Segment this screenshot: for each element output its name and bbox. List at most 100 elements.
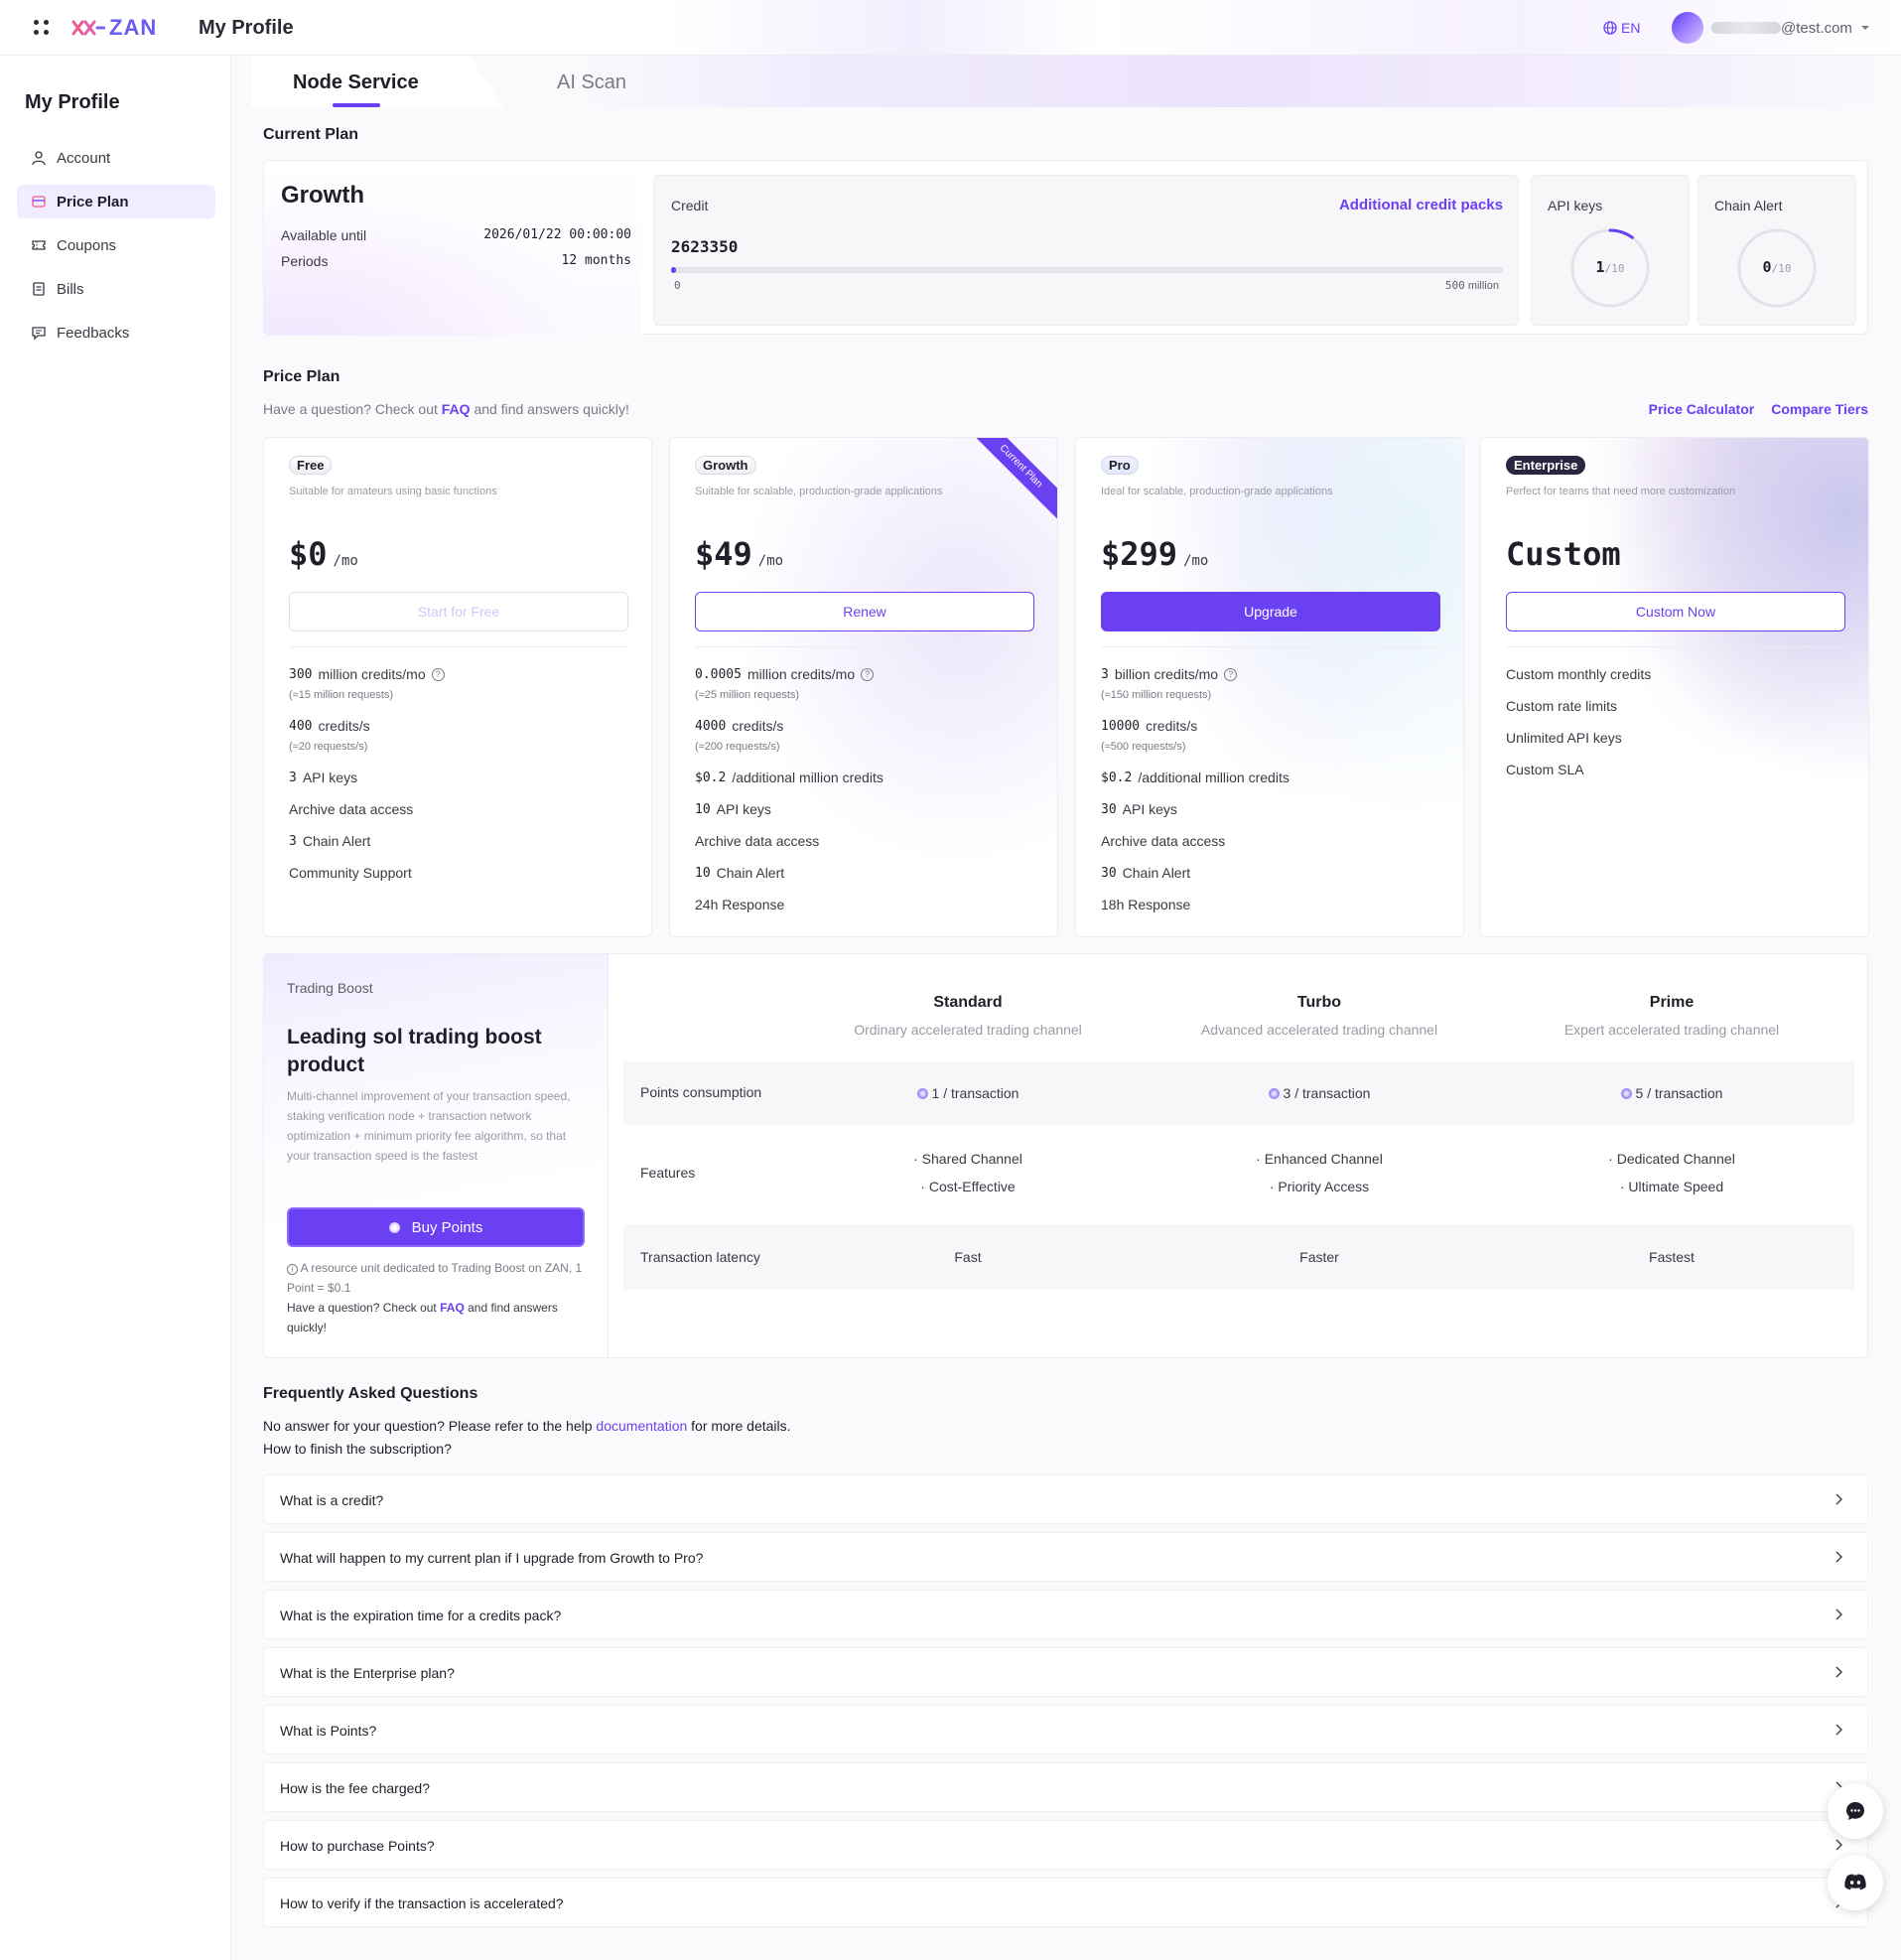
feature-num: 3 bbox=[289, 833, 297, 849]
faq-subscription-question[interactable]: How to finish the subscription? bbox=[263, 1441, 452, 1457]
credit-progress-bar bbox=[671, 267, 1503, 273]
message-icon bbox=[32, 327, 46, 341]
feature-text: Archive data access bbox=[1101, 833, 1226, 849]
language-switch[interactable]: EN bbox=[1603, 20, 1640, 36]
price-calculator-link[interactable]: Price Calculator bbox=[1649, 401, 1755, 417]
feature-text: million credits/mo bbox=[747, 666, 856, 682]
divider bbox=[289, 646, 628, 647]
buy-points-button[interactable]: Buy Points bbox=[287, 1207, 585, 1247]
chat-support-button[interactable] bbox=[1828, 1783, 1883, 1839]
points-faq-pre: Have a question? Check out bbox=[287, 1301, 441, 1315]
zan-logo-icon bbox=[71, 20, 105, 36]
sidebar-item-coupons[interactable]: Coupons bbox=[17, 228, 215, 262]
feature-credits: 0.0005 million credits/mo? bbox=[695, 666, 875, 682]
faq-item[interactable]: How to purchase Points? bbox=[263, 1820, 1868, 1870]
cell-points: 3 / transaction bbox=[1144, 1079, 1495, 1107]
discord-button[interactable] bbox=[1828, 1855, 1883, 1910]
feature-credits: 3 billion credits/mo? bbox=[1101, 666, 1238, 682]
chevron-right-icon bbox=[1835, 1551, 1842, 1563]
tab-ai-scan[interactable]: AI Scan bbox=[557, 71, 626, 94]
info-icon: i bbox=[287, 1264, 298, 1275]
feature-text: API keys bbox=[302, 770, 358, 785]
tier-price-unit: /mo bbox=[757, 553, 784, 569]
help-icon[interactable]: ? bbox=[431, 667, 445, 681]
feature-text: Chain Alert bbox=[716, 865, 785, 881]
feature-text: /additional million credits bbox=[1138, 770, 1290, 785]
tier-desc: Perfect for teams that need more customi… bbox=[1506, 486, 1736, 497]
feature-api-keys: 10 API keys bbox=[695, 801, 771, 817]
periods-value: 12 months bbox=[561, 253, 631, 268]
feature-archive: Archive data access bbox=[1101, 833, 1225, 849]
renew-button[interactable]: Renew bbox=[695, 592, 1034, 631]
cell-feature: · Ultimate Speed bbox=[1619, 1179, 1724, 1194]
points-faq-link[interactable]: FAQ bbox=[440, 1301, 465, 1315]
top-bar: ZAN My Profile EN @test.com bbox=[0, 0, 1901, 56]
feature-num: 30 bbox=[1101, 801, 1117, 817]
documentation-link[interactable]: documentation bbox=[596, 1418, 687, 1434]
additional-credit-packs-link[interactable]: Additional credit packs bbox=[1339, 197, 1503, 213]
feature-sub: (≈150 million requests) bbox=[1101, 689, 1212, 701]
compare-tiers-link[interactable]: Compare Tiers bbox=[1771, 401, 1868, 417]
tier-desc: Suitable for scalable, production-grade … bbox=[695, 486, 943, 497]
user-menu[interactable]: @test.com bbox=[1672, 12, 1870, 44]
feature-text: credits/s bbox=[732, 718, 784, 734]
trading-boost-desc: Multi-channel improvement of your transa… bbox=[287, 1089, 571, 1163]
tier-price-unit: /mo bbox=[1183, 553, 1209, 569]
cell-feature: · Enhanced Channel bbox=[1256, 1151, 1383, 1167]
feature-text: /additional million credits bbox=[732, 770, 883, 785]
credit-max: 500 million bbox=[1445, 279, 1499, 292]
faq-item[interactable]: What will happen to my current plan if I… bbox=[263, 1532, 1868, 1582]
upgrade-button[interactable]: Upgrade bbox=[1101, 592, 1440, 631]
faq-question: What will happen to my current plan if I… bbox=[280, 1550, 704, 1566]
tier-price: $299/mo bbox=[1101, 535, 1208, 573]
faq-item[interactable]: What is the Enterprise plan? bbox=[263, 1647, 1868, 1697]
row-label: Transaction latency bbox=[640, 1249, 760, 1265]
faq-item[interactable]: What is Points? bbox=[263, 1705, 1868, 1754]
cell-text: 3 / transaction bbox=[1283, 1085, 1371, 1101]
feature-chain-alert: 10 Chain Alert bbox=[695, 865, 784, 881]
feature-credits: Custom monthly credits bbox=[1506, 666, 1651, 682]
credit-label: Credit bbox=[671, 198, 709, 213]
feature-text: Custom SLA bbox=[1506, 762, 1584, 777]
faq-link[interactable]: FAQ bbox=[442, 401, 471, 417]
tier-desc: Ideal for scalable, production-grade app… bbox=[1101, 486, 1333, 497]
help-icon[interactable]: ? bbox=[1224, 667, 1238, 681]
feature-sub: (≈15 million requests) bbox=[289, 689, 394, 701]
feature-num: 10000 bbox=[1101, 718, 1141, 734]
faq-item[interactable]: What is the expiration time for a credit… bbox=[263, 1590, 1868, 1639]
feature-text: credits/s bbox=[318, 718, 370, 734]
periods-row: Periods 12 months bbox=[281, 253, 631, 269]
faq-item[interactable]: How to verify if the transaction is acce… bbox=[263, 1878, 1868, 1927]
help-icon[interactable]: ? bbox=[861, 667, 875, 681]
trading-boost-panel: Trading Boost Leading sol trading boost … bbox=[263, 953, 1868, 1358]
app-title: My Profile bbox=[199, 17, 294, 39]
zan-logo[interactable]: ZAN bbox=[71, 14, 157, 42]
tier-badge: Growth bbox=[695, 456, 756, 475]
faq-item[interactable]: What is a credit? bbox=[263, 1474, 1868, 1524]
feature-api-keys: 30 API keys bbox=[1101, 801, 1177, 817]
custom-now-button[interactable]: Custom Now bbox=[1506, 592, 1845, 631]
sidebar-item-account[interactable]: Account bbox=[17, 141, 215, 175]
sidebar-item-feedbacks[interactable]: Feedbacks bbox=[17, 316, 215, 350]
cell-points: 1 / transaction bbox=[792, 1079, 1144, 1107]
start-for-free-button[interactable]: Start for Free bbox=[289, 592, 628, 631]
feature-text: billion credits/mo bbox=[1114, 666, 1219, 682]
cell-feature: · Dedicated Channel bbox=[1608, 1151, 1735, 1167]
faq-item[interactable]: How is the fee charged? bbox=[263, 1762, 1868, 1812]
sidebar-title: My Profile bbox=[25, 91, 120, 113]
sidebar-item-label: Feedbacks bbox=[57, 324, 130, 342]
api-keys-used: 1 bbox=[1595, 258, 1605, 276]
feature-text: Archive data access bbox=[695, 833, 820, 849]
avatar bbox=[1672, 12, 1703, 44]
sidebar-item-price-plan[interactable]: Price Plan bbox=[17, 185, 215, 218]
tier-card-growth: Current Plan Growth Suitable for scalabl… bbox=[669, 437, 1058, 937]
points-note: i A resource unit dedicated to Trading B… bbox=[287, 1258, 585, 1298]
apps-grid-icon[interactable] bbox=[34, 20, 50, 36]
tab-node-service[interactable]: Node Service bbox=[293, 71, 419, 94]
feature-num: 3 bbox=[289, 770, 297, 785]
cell-text: 5 / transaction bbox=[1635, 1085, 1723, 1101]
user-email: @test.com bbox=[1781, 19, 1852, 37]
ticket-icon bbox=[32, 240, 46, 250]
cell-feature: · Shared Channel bbox=[913, 1151, 1022, 1167]
sidebar-item-bills[interactable]: Bills bbox=[17, 272, 215, 306]
